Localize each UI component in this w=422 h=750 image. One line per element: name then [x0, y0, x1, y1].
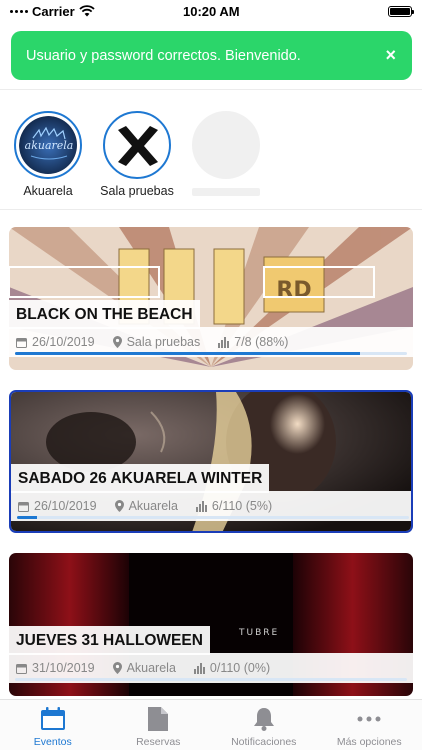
event-capacity: 7/8 (88%): [218, 335, 288, 349]
venue-sala-pruebas[interactable]: Sala pruebas: [97, 111, 177, 198]
venue-loading-placeholder: [192, 111, 260, 196]
signal-icon: [10, 9, 28, 13]
akuarela-logo-text: akuarela: [25, 139, 74, 152]
event-date-text: 26/10/2019: [32, 335, 95, 349]
tab-notificaciones[interactable]: Notificaciones: [211, 700, 317, 750]
tab-label: Notificaciones: [231, 736, 297, 748]
event-card[interactable]: RD BLACK ON THE BEACH 26/10/2019 Sala pr…: [9, 227, 413, 370]
event-venue-text: Sala pruebas: [126, 335, 201, 349]
event-venue-text: Akuarela: [126, 661, 176, 675]
event-title: SABADO 26 AKUARELA WINTER: [11, 464, 270, 493]
event-capacity-text: 0/110 (0%): [209, 661, 271, 675]
more-icon: [356, 707, 382, 731]
progress-fill: [15, 352, 360, 355]
tab-label: Eventos: [33, 736, 72, 748]
location-pin-icon: [112, 336, 122, 348]
event-venue: Akuarela: [114, 499, 178, 513]
venue-label: Akuarela: [23, 184, 73, 198]
carrier-label: Carrier: [32, 3, 75, 19]
event-date-text: 31/10/2019: [32, 661, 95, 675]
location-pin-icon: [114, 500, 124, 512]
bar-chart-icon: [193, 662, 205, 674]
x-logo: [108, 116, 166, 174]
event-venue-text: Akuarela: [128, 499, 178, 513]
toast-message: Usuario y password correctos. Bienvenido…: [26, 47, 301, 64]
event-card[interactable]: TUBRE JUEVES 31 HALLOWEEN 31/10/2019 Aku…: [9, 553, 413, 696]
event-capacity-text: 7/8 (88%): [234, 335, 289, 349]
divider: [0, 209, 422, 210]
event-art-text: RD: [276, 278, 311, 303]
status-left: Carrier: [10, 4, 95, 19]
tab-label: Más opciones: [336, 736, 402, 748]
event-progress: [17, 516, 409, 519]
wifi-icon: [79, 5, 95, 17]
document-icon: [145, 707, 171, 731]
event-date: 26/10/2019: [16, 335, 95, 349]
akuarela-logo: akuarela: [19, 116, 77, 174]
status-bar: Carrier 10:20 AM: [0, 0, 422, 22]
event-title: BLACK ON THE BEACH: [9, 300, 200, 329]
bell-icon: [251, 707, 277, 731]
tab-bar: Eventos Reservas Notificaciones Más opci…: [0, 699, 422, 750]
event-capacity-text: 6/110 (5%): [211, 499, 273, 513]
bar-chart-icon: [195, 500, 207, 512]
progress-fill: [17, 516, 37, 519]
event-date: 31/10/2019: [16, 661, 95, 675]
event-card[interactable]: SABADO 26 AKUARELA WINTER 26/10/2019 Aku…: [9, 390, 413, 533]
tab-reservas[interactable]: Reservas: [106, 700, 212, 750]
venue-avatar: akuarela: [14, 111, 82, 179]
calendar-icon: [16, 663, 27, 674]
event-progress: [15, 678, 407, 681]
venues-list: akuarela Akuarela Sala pruebas: [0, 111, 422, 203]
bar-chart-icon: [218, 336, 230, 348]
event-progress: [15, 352, 407, 355]
event-capacity: 0/110 (0%): [193, 661, 271, 675]
tab-mas-opciones[interactable]: Más opciones: [317, 700, 422, 750]
calendar-icon: [40, 707, 66, 731]
event-capacity: 6/110 (5%): [195, 499, 273, 513]
tab-eventos[interactable]: Eventos: [0, 700, 106, 750]
calendar-icon: [18, 501, 29, 512]
event-date: 26/10/2019: [18, 499, 97, 513]
close-icon[interactable]: ×: [385, 45, 396, 66]
tab-label: Reservas: [136, 736, 181, 748]
success-toast: Usuario y password correctos. Bienvenido…: [11, 31, 412, 80]
venue-label: Sala pruebas: [100, 184, 174, 198]
battery-icon: [388, 5, 414, 17]
venue-avatar: [103, 111, 171, 179]
calendar-icon: [16, 337, 27, 348]
event-art-text: TUBRE: [238, 628, 279, 638]
event-venue: Akuarela: [112, 661, 176, 675]
location-pin-icon: [112, 662, 122, 674]
clock: 10:20 AM: [183, 3, 240, 19]
divider: [0, 89, 422, 90]
venue-akuarela[interactable]: akuarela Akuarela: [8, 111, 88, 198]
event-venue: Sala pruebas: [112, 335, 201, 349]
event-date-text: 26/10/2019: [34, 499, 97, 513]
event-title: JUEVES 31 HALLOWEEN: [9, 626, 210, 655]
